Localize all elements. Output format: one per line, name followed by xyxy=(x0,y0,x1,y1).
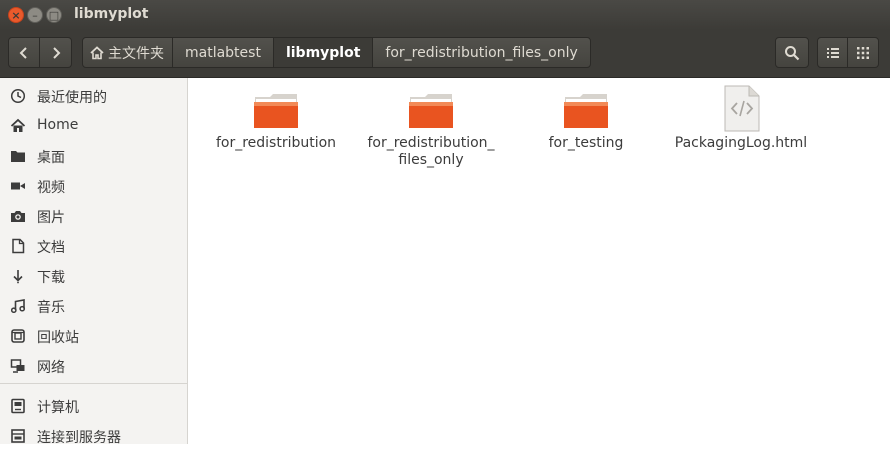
maximize-window-button[interactable]: □ xyxy=(46,7,62,23)
grid-view-button[interactable] xyxy=(848,37,879,68)
search-button[interactable] xyxy=(775,37,809,68)
sidebar-item-label: 文档 xyxy=(37,240,65,256)
sidebar-divider xyxy=(0,383,187,384)
sidebar-item-label: 桌面 xyxy=(37,150,65,166)
sidebar-item-desktop[interactable]: 桌面 xyxy=(0,141,187,171)
sidebar-item-label: 计算机 xyxy=(37,400,79,416)
breadcrumb-matlabtest[interactable]: matlabtest xyxy=(173,38,274,67)
sidebar-item-connect-server[interactable]: 连接到服务器 xyxy=(0,421,187,451)
sidebar-item-label: 视频 xyxy=(37,180,65,196)
recent-icon xyxy=(10,88,26,104)
sidebar-item-network[interactable]: 网络 xyxy=(0,351,187,381)
folder-icon xyxy=(564,94,608,128)
file-name: for_redistribution xyxy=(215,135,337,151)
file-item-packaginglog-html[interactable]: PackagingLog.html xyxy=(666,85,816,152)
file-view: for_redistribution for_redistribution_ f… xyxy=(189,78,890,444)
file-name: for_testing xyxy=(548,135,624,151)
camera-icon xyxy=(11,211,25,222)
minimize-window-button[interactable]: – xyxy=(27,7,43,23)
back-button[interactable] xyxy=(8,37,40,68)
sidebar-item-pictures[interactable]: 图片 xyxy=(0,201,187,231)
sidebar-item-label: 回收站 xyxy=(37,330,79,346)
server-icon xyxy=(11,429,25,443)
title-bar: × – □ libmyplot xyxy=(0,0,890,30)
breadcrumb-home[interactable]: 主文件夹 xyxy=(83,38,173,67)
home-icon xyxy=(90,45,104,59)
download-icon xyxy=(13,270,23,284)
sidebar: 最近使用的 Home 桌面 视频 图片 文档 下载 音乐 回收站 网络 计算机 xyxy=(0,78,188,446)
sidebar-item-home[interactable]: Home xyxy=(0,111,187,141)
sidebar-item-documents[interactable]: 文档 xyxy=(0,231,187,261)
sidebar-item-music[interactable]: 音乐 xyxy=(0,291,187,321)
breadcrumb: 主文件夹 matlabtest libmyplot for_redistribu… xyxy=(82,37,591,68)
breadcrumb-libmyplot[interactable]: libmyplot xyxy=(273,38,374,67)
sidebar-item-label: 音乐 xyxy=(37,300,65,316)
network-icon xyxy=(10,359,25,373)
document-icon xyxy=(12,238,25,254)
music-icon xyxy=(10,299,26,314)
html-file-icon xyxy=(724,85,760,132)
close-window-button[interactable]: × xyxy=(8,7,24,23)
sidebar-item-downloads[interactable]: 下载 xyxy=(0,261,187,291)
list-view-icon xyxy=(826,47,839,58)
desktop-folder-icon xyxy=(11,151,25,162)
file-name: PackagingLog.html xyxy=(674,135,808,151)
sidebar-item-label: 下载 xyxy=(37,270,65,286)
sidebar-item-label: 图片 xyxy=(37,210,65,226)
file-item-for-redistribution-files-only[interactable]: for_redistribution_ files_only xyxy=(356,85,506,169)
file-name: for_redistribution_ files_only xyxy=(367,135,495,168)
sidebar-item-label: 网络 xyxy=(37,360,65,376)
home-icon xyxy=(10,118,26,132)
video-icon xyxy=(11,182,25,190)
sidebar-item-recent[interactable]: 最近使用的 xyxy=(0,81,187,111)
chevron-left-icon xyxy=(19,46,27,59)
file-item-for-redistribution[interactable]: for_redistribution xyxy=(201,85,351,152)
sidebar-item-label: 最近使用的 xyxy=(37,90,107,106)
sidebar-item-computer[interactable]: 计算机 xyxy=(0,391,187,421)
toolbar: 主文件夹 matlabtest libmyplot for_redistribu… xyxy=(0,30,890,78)
breadcrumb-for-redistribution-files-only[interactable]: for_redistribution_files_only xyxy=(373,38,589,67)
sidebar-item-label: Home xyxy=(37,117,79,133)
chevron-right-icon xyxy=(52,46,60,59)
breadcrumb-label: 主文件夹 xyxy=(108,45,164,62)
grid-view-icon xyxy=(857,46,869,59)
computer-icon xyxy=(11,398,25,414)
list-view-button[interactable] xyxy=(817,37,848,68)
file-item-for-testing[interactable]: for_testing xyxy=(511,85,661,152)
forward-button[interactable] xyxy=(40,37,72,68)
sidebar-item-trash[interactable]: 回收站 xyxy=(0,321,187,351)
folder-icon xyxy=(409,94,453,128)
sidebar-item-label: 连接到服务器 xyxy=(37,430,121,446)
sidebar-item-videos[interactable]: 视频 xyxy=(0,171,187,201)
trash-icon xyxy=(11,329,25,343)
window-title: libmyplot xyxy=(74,6,149,22)
folder-icon xyxy=(254,94,298,128)
search-icon xyxy=(785,45,800,60)
